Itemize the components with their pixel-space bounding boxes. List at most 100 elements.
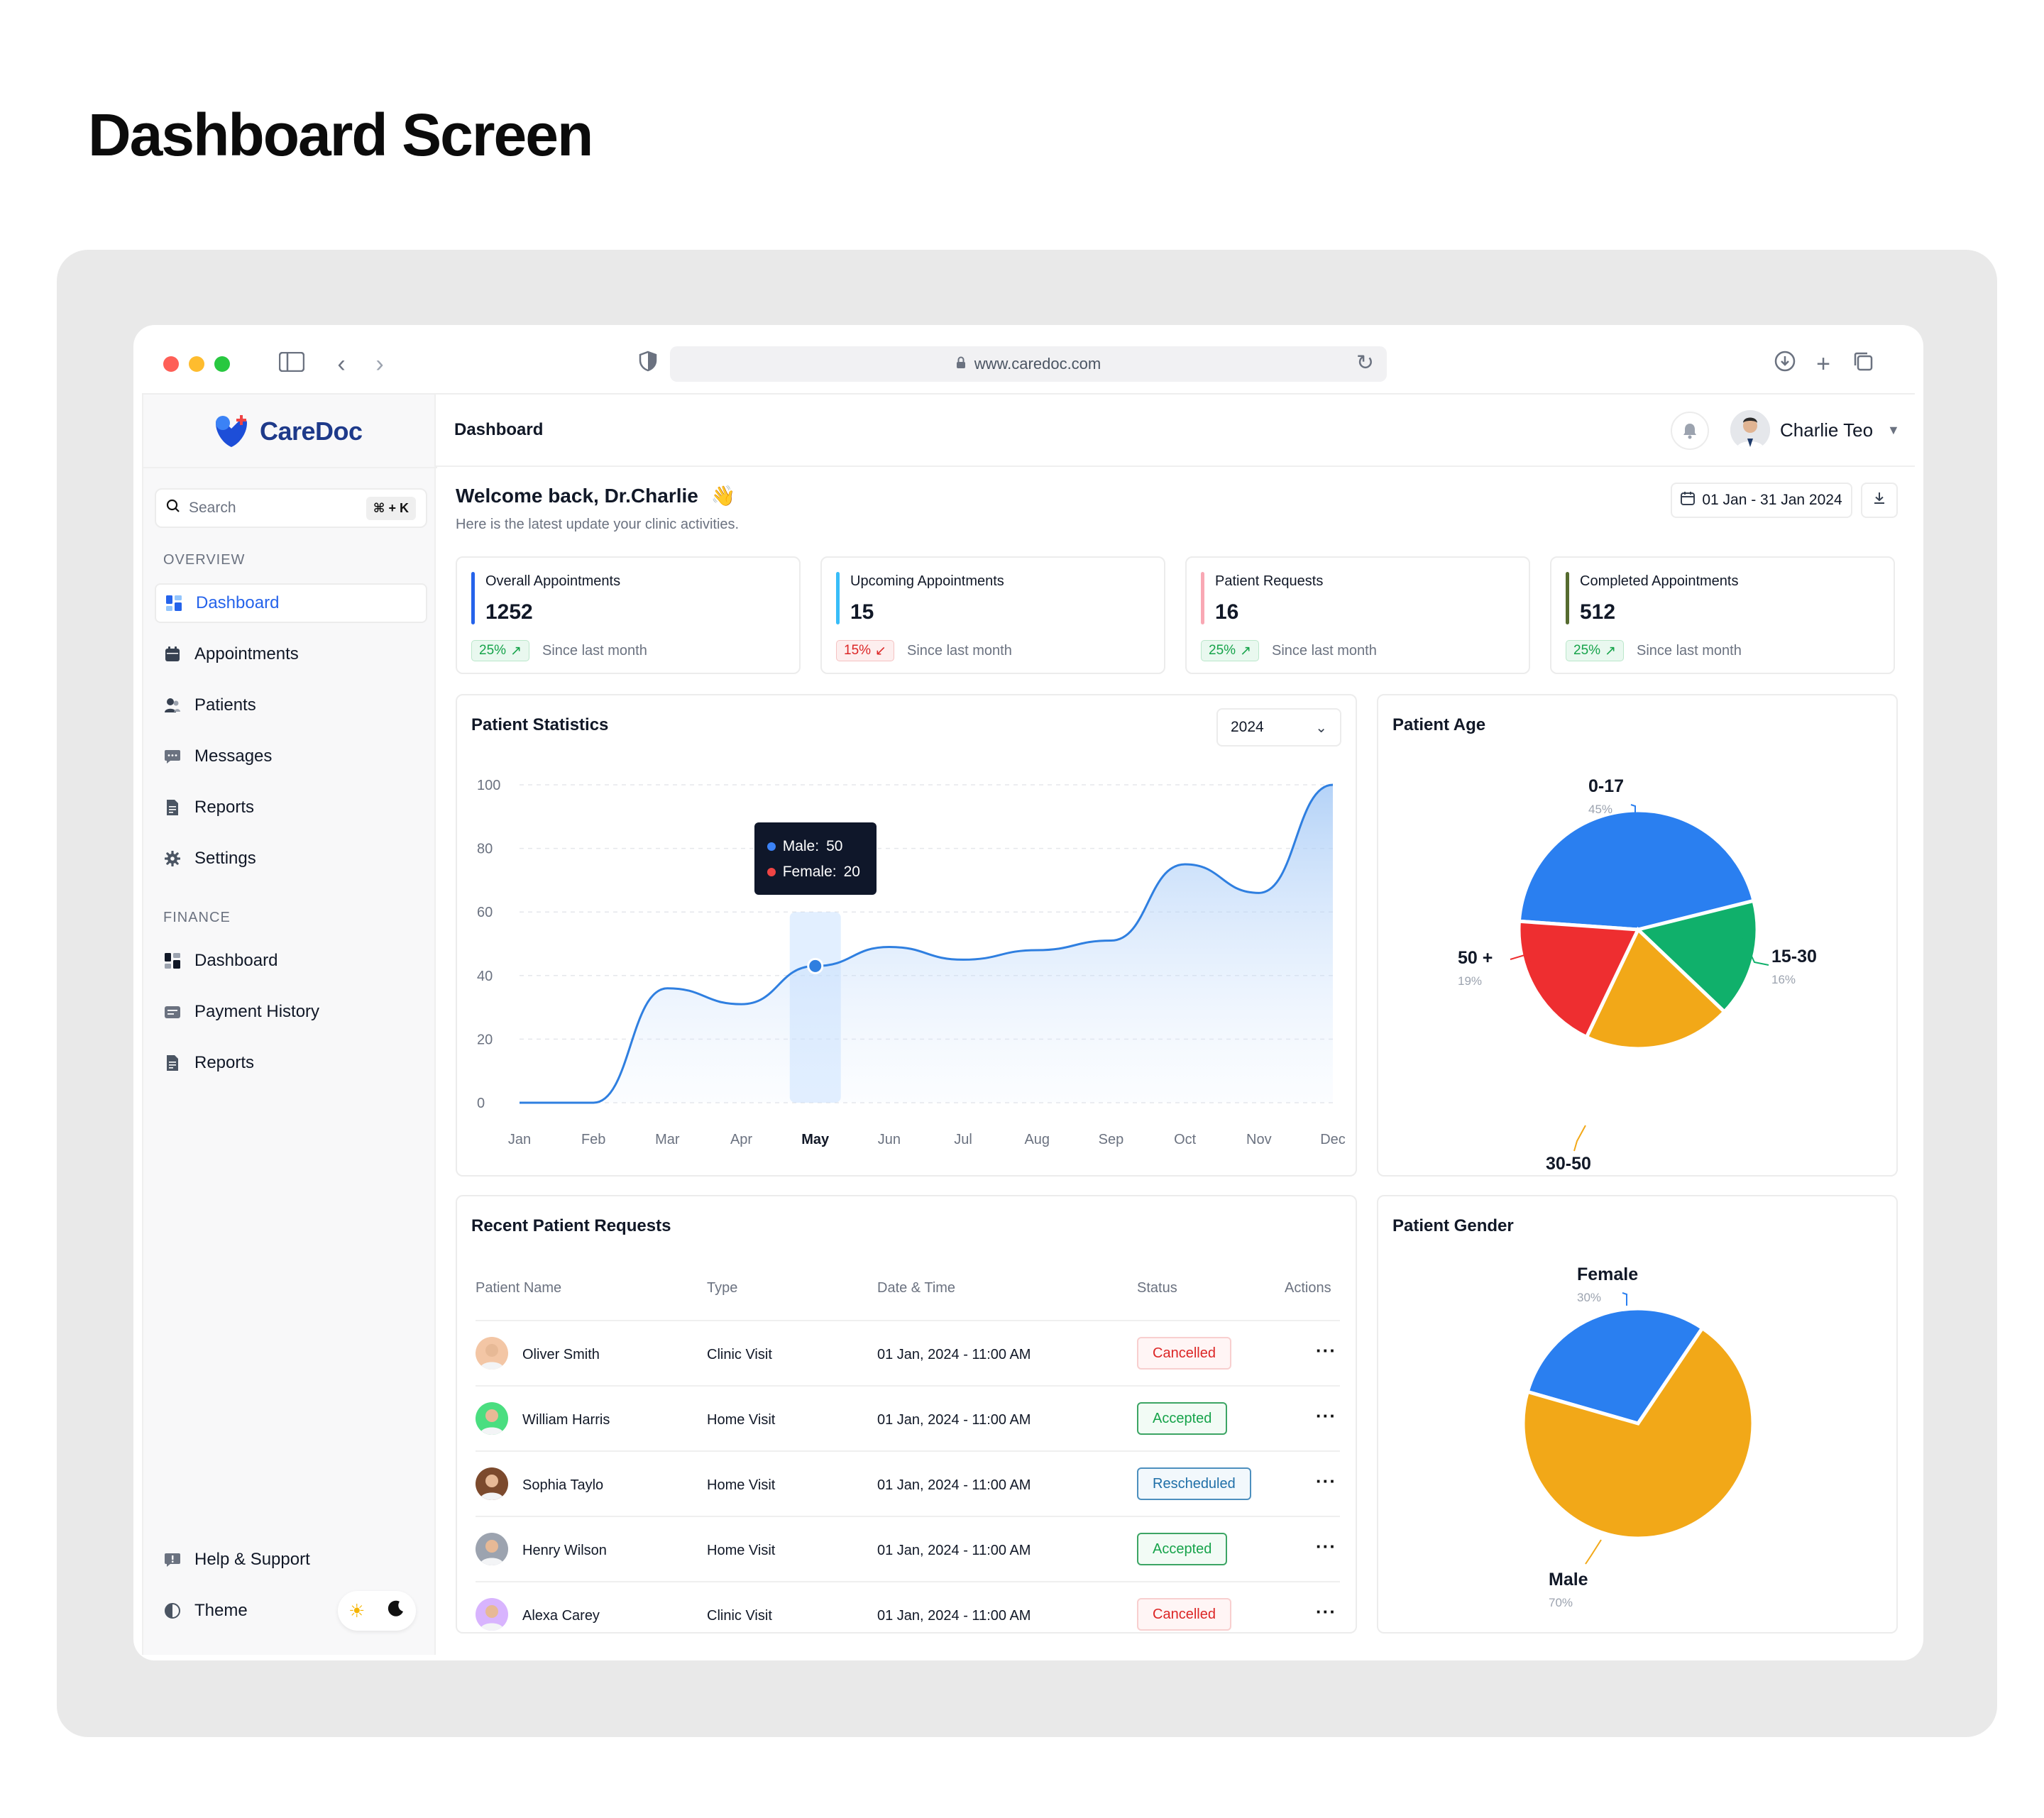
stat-accent-bar <box>1566 572 1569 624</box>
y-tick-label: 20 <box>477 1032 493 1047</box>
sidebar-item-dashboard[interactable]: Dashboard <box>155 583 427 623</box>
tabs-overview-icon[interactable] <box>1845 346 1881 382</box>
date-time: 01 Jan, 2024 - 11:00 AM <box>877 1543 1031 1558</box>
back-arrow-icon[interactable]: ‹ <box>324 346 359 382</box>
table-row[interactable]: Oliver Smith Clinic Visit 01 Jan, 2024 - 1… <box>457 1323 1356 1385</box>
chart-tooltip: Male: 50 Female: 20 <box>754 822 877 896</box>
slice-label: Female <box>1577 1265 1638 1284</box>
address-bar[interactable]: www.caredoc.com ↻ <box>670 346 1387 382</box>
x-tick-label: Aug <box>1024 1132 1050 1147</box>
panel-title: Patient Gender <box>1392 1216 1514 1235</box>
year-select[interactable]: 2024 ⌄ <box>1216 708 1341 747</box>
minimize-window-button[interactable] <box>189 356 204 372</box>
sidebar-item-messages[interactable]: Messages <box>155 737 427 776</box>
search-icon <box>166 499 180 517</box>
more-actions-icon[interactable]: ··· <box>1316 1536 1336 1558</box>
chat-icon <box>165 749 180 764</box>
sun-icon[interactable]: ☀ <box>348 1600 365 1622</box>
stat-card-patient-requests[interactable]: Patient Requests 16 25% ↗ Since last mont… <box>1185 556 1530 674</box>
avatar <box>476 1598 508 1631</box>
stat-label: Completed Appointments <box>1580 573 1739 589</box>
male-dot <box>766 842 776 852</box>
close-window-button[interactable] <box>163 356 179 372</box>
stat-value: 512 <box>1580 600 1616 624</box>
patient-statistics-panel: Patient Statistics 2024 ⌄ 0 20 40 60 80 100 Ja… <box>456 694 1357 1177</box>
change-badge: 25% ↗ <box>1566 640 1624 661</box>
app-container: CareDoc Search ⌘ + K OVERVIEW Dashboard <box>142 393 1915 1655</box>
sidebar-item-help-support[interactable]: Help & Support <box>155 1540 427 1580</box>
stat-card-upcoming-appointments[interactable]: Upcoming Appointments 15 15% ↙ Since last… <box>820 556 1165 674</box>
screenshot-frame: ‹ › www.caredoc.com ↻ + CareDoc Search ⌘… <box>57 250 1997 1737</box>
recent-requests-panel: Recent Patient Requests Patient Name Typ… <box>456 1195 1357 1634</box>
moon-icon[interactable] <box>387 1599 405 1623</box>
more-actions-icon[interactable]: ··· <box>1316 1405 1336 1427</box>
chevron-down-icon: ▼ <box>1887 422 1900 437</box>
sidebar-item-reports[interactable]: Reports <box>155 788 427 827</box>
sidebar-item-settings[interactable]: Settings <box>155 839 427 878</box>
row-divider <box>476 1450 1340 1452</box>
welcome-heading: Welcome back, Dr.Charlie 👋 <box>456 484 736 507</box>
sidebar-toggle-icon[interactable] <box>274 346 309 382</box>
sidebar-item-label: Reports <box>194 798 255 817</box>
sidebar-item-patients[interactable]: Patients <box>155 685 427 725</box>
stat-value: 16 <box>1215 600 1239 624</box>
since-text: Since last month <box>1272 643 1377 659</box>
stat-card-overall-appointments[interactable]: Overall Appointments 1252 25% ↗ Since las… <box>456 556 801 674</box>
date-range-picker[interactable]: 01 Jan - 31 Jan 2024 <box>1671 483 1852 518</box>
search-input[interactable]: Search ⌘ + K <box>155 488 427 528</box>
document-icon <box>165 1055 180 1071</box>
forward-arrow-icon[interactable]: › <box>362 346 397 382</box>
grid-icon <box>166 595 182 611</box>
theme-toggle[interactable]: ☀ <box>338 1591 416 1631</box>
y-tick-label: 100 <box>477 778 500 793</box>
reload-icon[interactable]: ↻ <box>1356 351 1374 375</box>
maximize-window-button[interactable] <box>214 356 230 372</box>
row-divider <box>476 1516 1340 1517</box>
sidebar-item-label: Patients <box>194 695 256 715</box>
status-badge: Accepted <box>1137 1402 1228 1435</box>
user-menu[interactable]: Charlie Teo ▼ <box>1730 410 1900 450</box>
stat-card-completed-appointments[interactable]: Completed Appointments 512 25% ↗ Since la… <box>1550 556 1895 674</box>
gear-icon <box>164 850 181 867</box>
brand-name: CareDoc <box>260 417 363 446</box>
download-button[interactable] <box>1861 483 1898 518</box>
table-row[interactable]: Alexa Carey Clinic Visit 01 Jan, 2024 - 11… <box>457 1584 1356 1646</box>
sidebar-item-finance-dashboard[interactable]: Dashboard <box>155 941 427 981</box>
calendar-icon <box>1681 491 1696 509</box>
since-text: Since last month <box>1637 643 1742 659</box>
overview-section-label: OVERVIEW <box>163 552 246 568</box>
tooltip-female-row: Female: 20 <box>766 859 864 885</box>
new-tab-icon[interactable]: + <box>1806 346 1841 382</box>
visit-type: Clinic Visit <box>707 1608 772 1624</box>
notification-bell-icon[interactable] <box>1671 412 1709 450</box>
leader-line <box>1585 1539 1602 1565</box>
x-tick-label: Nov <box>1246 1132 1272 1147</box>
sidebar-item-finance-reports[interactable]: Reports <box>155 1043 427 1083</box>
x-tick-label: Jul <box>954 1132 972 1147</box>
sidebar-item-payment-history[interactable]: Payment History <box>155 992 427 1032</box>
more-actions-icon[interactable]: ··· <box>1316 1470 1336 1492</box>
arrow-up-right-icon: ↗ <box>510 643 522 659</box>
sidebar-item-label: Dashboard <box>196 593 280 612</box>
data-point-highlight <box>807 957 824 974</box>
sidebar-item-label: Theme <box>194 1601 248 1620</box>
more-actions-icon[interactable]: ··· <box>1316 1601 1336 1623</box>
table-row[interactable]: William Harris Home Visit 01 Jan, 2024 - 1… <box>457 1388 1356 1450</box>
arrow-up-right-icon: ↗ <box>1240 643 1251 659</box>
welcome-subtitle: Here is the latest update your clinic ac… <box>456 517 740 532</box>
browser-toolbar: ‹ › www.caredoc.com ↻ + <box>133 325 1923 393</box>
x-tick-label: Apr <box>730 1132 752 1147</box>
table-row[interactable]: Sophia Taylo Home Visit 01 Jan, 2024 - 11:… <box>457 1453 1356 1516</box>
avatar <box>476 1467 508 1500</box>
sidebar-item-appointments[interactable]: Appointments <box>155 634 427 674</box>
change-badge: 25% ↗ <box>471 640 529 661</box>
more-actions-icon[interactable]: ··· <box>1316 1340 1336 1362</box>
change-badge: 25% ↗ <box>1201 640 1259 661</box>
x-tick-label: Dec <box>1320 1132 1346 1147</box>
slice-percent: 19% <box>1458 974 1482 988</box>
wallet-icon <box>165 1004 180 1020</box>
table-row[interactable]: Henry Wilson Home Visit 01 Jan, 2024 - 11:… <box>457 1519 1356 1581</box>
download-icon[interactable] <box>1767 346 1803 382</box>
shield-icon[interactable] <box>630 346 666 382</box>
brand-logo[interactable]: CareDoc <box>213 412 363 451</box>
